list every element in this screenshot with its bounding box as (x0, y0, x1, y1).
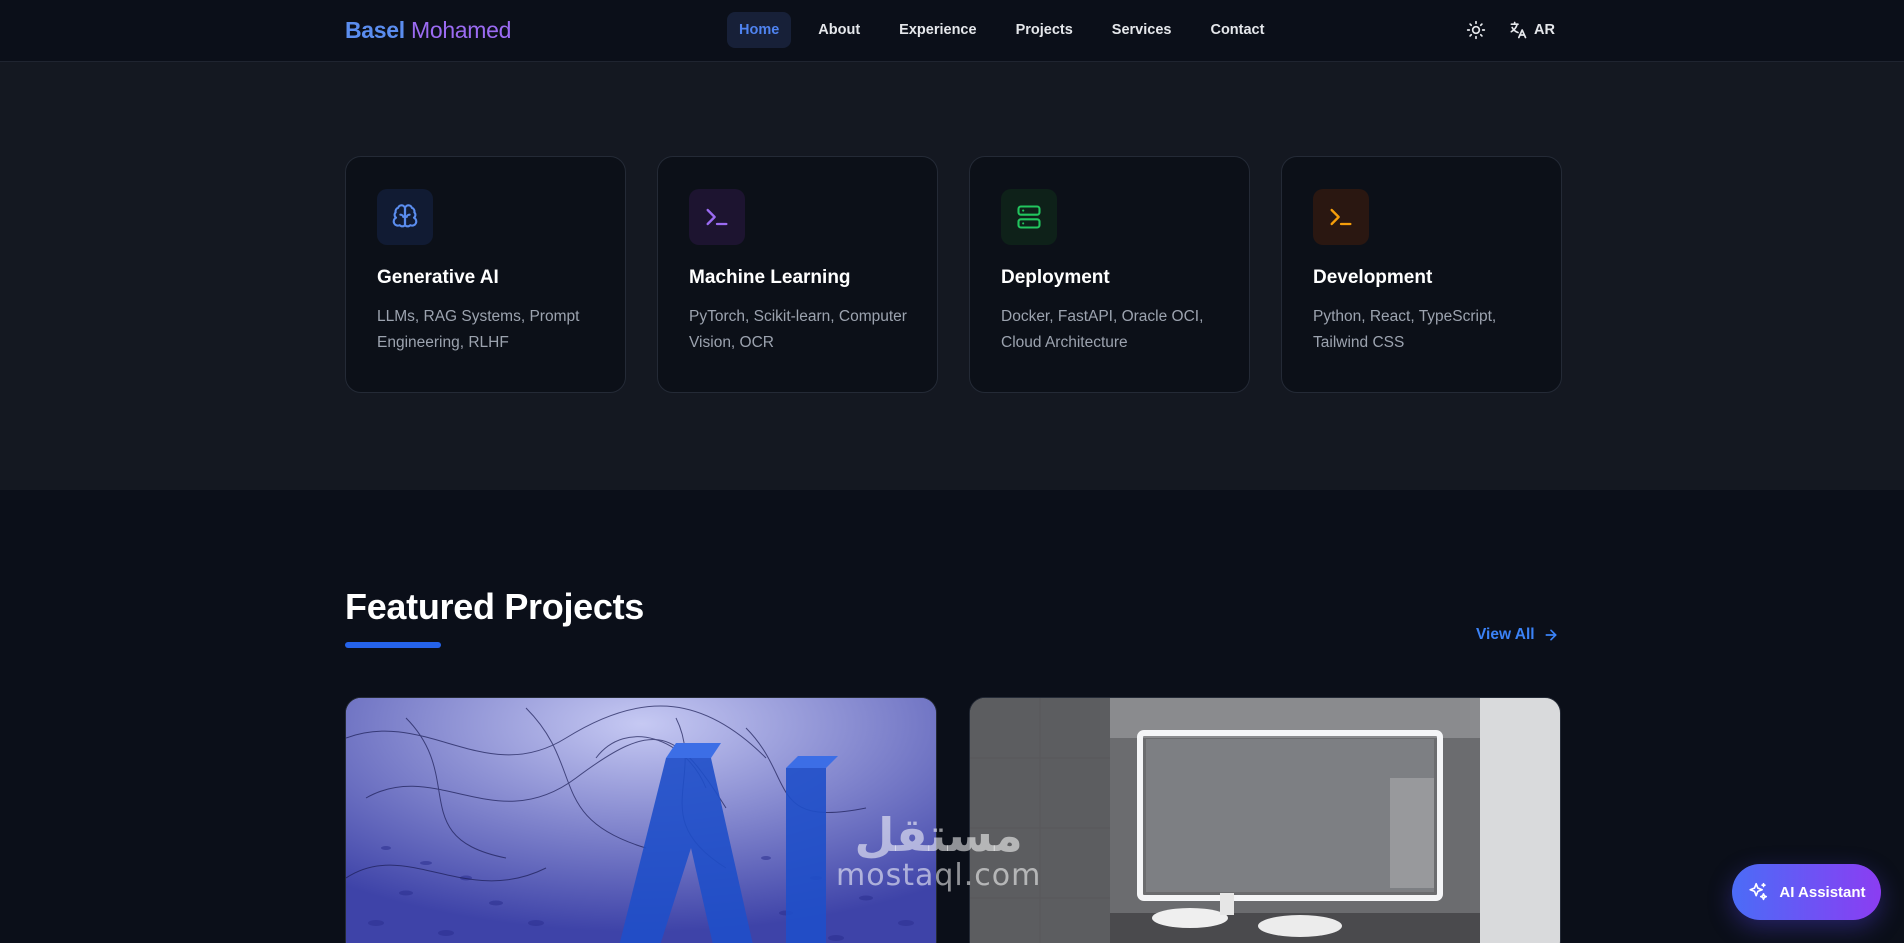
view-all-link[interactable]: View All (1476, 626, 1559, 644)
top-navbar: Basel Mohamed Home About Experience Proj… (0, 0, 1904, 62)
sun-icon (1466, 20, 1486, 40)
theme-toggle-button[interactable] (1463, 17, 1489, 43)
nav-contact[interactable]: Contact (1198, 12, 1276, 48)
sparkles-icon (1749, 882, 1768, 901)
skill-description: Python, React, TypeScript, Tailwind CSS (1313, 308, 1497, 351)
nav-experience[interactable]: Experience (887, 12, 988, 48)
project-image-bathroom (970, 698, 1560, 943)
skills-section: Generative AI LLMs, RAG Systems, Prompt … (0, 62, 1904, 490)
watermark-latin: mostaql.com (836, 858, 1042, 893)
watermark-arabic: مستقل (854, 808, 1023, 862)
terminal-icon (689, 189, 745, 245)
skill-card-development: Development Python, React, TypeScript, T… (1281, 156, 1562, 393)
skill-card-deployment: Deployment Docker, FastAPI, Oracle OCI, … (969, 156, 1250, 393)
main-menu: Home About Experience Projects Services … (727, 12, 1291, 48)
heading-underline (345, 642, 441, 648)
brain-icon (377, 189, 433, 245)
skill-title: Development (1313, 267, 1433, 288)
watermark-logo: مستقل mostaql.com (836, 810, 1041, 892)
terminal-icon (1313, 189, 1369, 245)
server-icon (1001, 189, 1057, 245)
site-logo[interactable]: Basel Mohamed (345, 17, 511, 44)
ai-assistant-label: AI Assistant (1779, 883, 1866, 901)
skill-card-generative-ai: Generative AI LLMs, RAG Systems, Prompt … (345, 156, 626, 393)
translate-icon (1510, 21, 1527, 39)
project-card-bathroom[interactable] (969, 697, 1561, 943)
skill-description: Docker, FastAPI, Oracle OCI, Cloud Archi… (1001, 308, 1204, 351)
skill-title: Deployment (1001, 267, 1110, 288)
arrow-right-icon (1545, 629, 1557, 641)
logo-last-name: Mohamed (410, 17, 512, 43)
nav-about[interactable]: About (806, 12, 872, 48)
featured-projects-heading: Featured Projects (345, 586, 645, 627)
nav-home[interactable]: Home (727, 12, 792, 48)
nav-projects[interactable]: Projects (1004, 12, 1085, 48)
skill-description: PyTorch, Scikit-learn, Computer Vision, … (689, 308, 907, 351)
view-all-label: View All (1476, 626, 1535, 643)
nav-services[interactable]: Services (1100, 12, 1184, 48)
skill-card-machine-learning: Machine Learning PyTorch, Scikit-learn, … (657, 156, 938, 393)
language-toggle-button[interactable]: AR (1508, 18, 1555, 42)
logo-first-name: Basel (345, 17, 405, 43)
skill-description: LLMs, RAG Systems, Prompt Engineering, R… (377, 308, 580, 351)
language-label: AR (1534, 22, 1555, 38)
ai-assistant-button[interactable]: AI Assistant (1732, 864, 1881, 920)
skill-title: Generative AI (377, 267, 499, 288)
skill-title: Machine Learning (689, 267, 851, 288)
